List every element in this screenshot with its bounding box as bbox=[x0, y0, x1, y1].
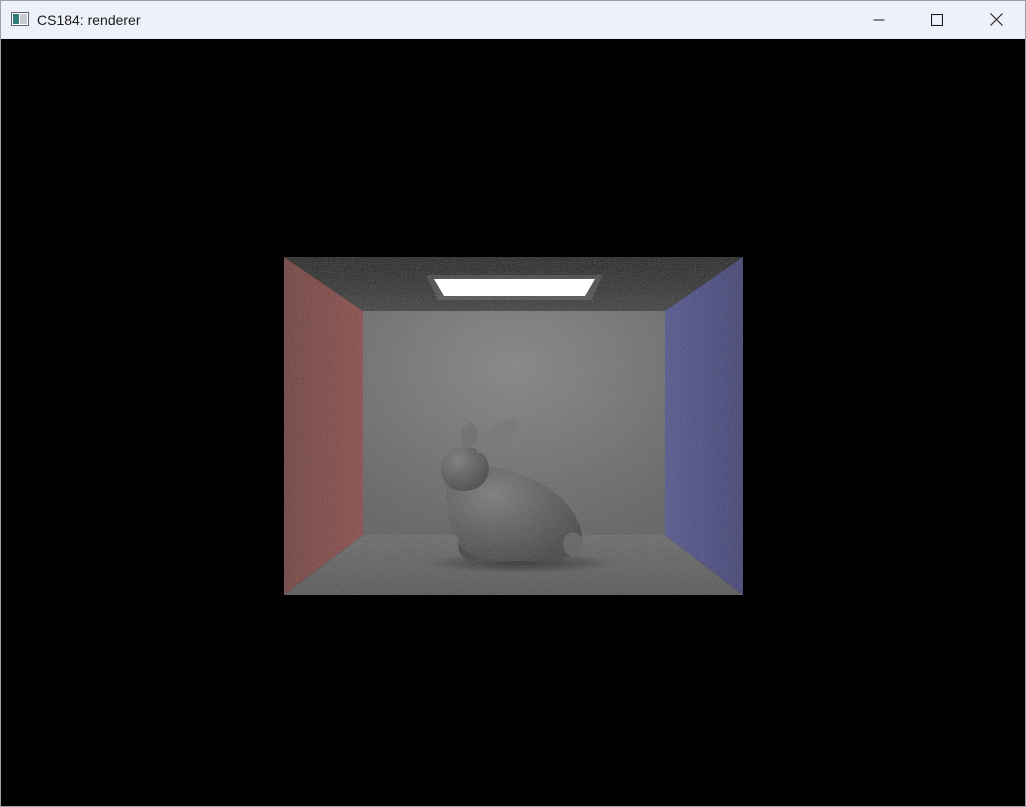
ceiling-light-glow bbox=[426, 275, 603, 300]
maximize-button[interactable] bbox=[908, 1, 966, 38]
close-icon bbox=[989, 13, 1003, 26]
title-bar[interactable]: CS184: renderer bbox=[1, 1, 1025, 39]
close-button[interactable] bbox=[967, 1, 1025, 38]
window-title: CS184: renderer bbox=[37, 12, 141, 28]
app-window-icon bbox=[11, 12, 29, 26]
maximize-icon bbox=[931, 13, 943, 26]
render-viewport[interactable] bbox=[1, 39, 1025, 806]
renderer-window: CS184: renderer bbox=[0, 0, 1026, 807]
cornell-box-render bbox=[284, 257, 743, 595]
minimize-button[interactable] bbox=[850, 1, 908, 38]
minimize-icon bbox=[873, 19, 885, 20]
